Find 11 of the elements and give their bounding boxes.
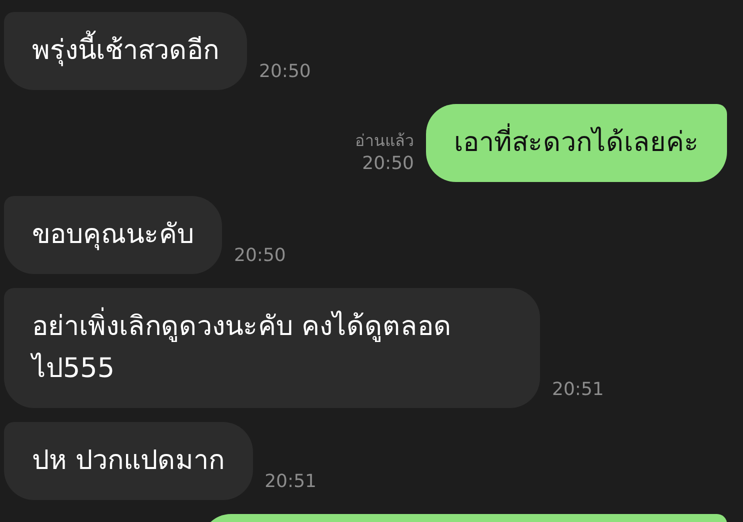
message-time: 20:50: [234, 245, 286, 266]
message-time: 20:50: [362, 153, 414, 174]
message-bubble: เอาที่สะดวกได้เลยค่ะ: [426, 104, 727, 182]
message-bubble: อย่าเพิ่งเลิกดูดวงนะคับ คงได้ดูตลอดไป555: [4, 288, 540, 408]
message-bubble: ขอบคุณนะคับ: [4, 196, 222, 274]
message-time: 20:50: [259, 61, 311, 82]
message-time: 20:51: [552, 379, 604, 400]
message-time: 20:51: [264, 471, 316, 492]
read-receipt: อ่านแล้ว: [355, 130, 414, 152]
message-bubble: พรุ่งนี้เช้าสวดอีก: [4, 12, 247, 90]
message-bubble: ปห ปวกแปดมาก: [4, 422, 253, 500]
